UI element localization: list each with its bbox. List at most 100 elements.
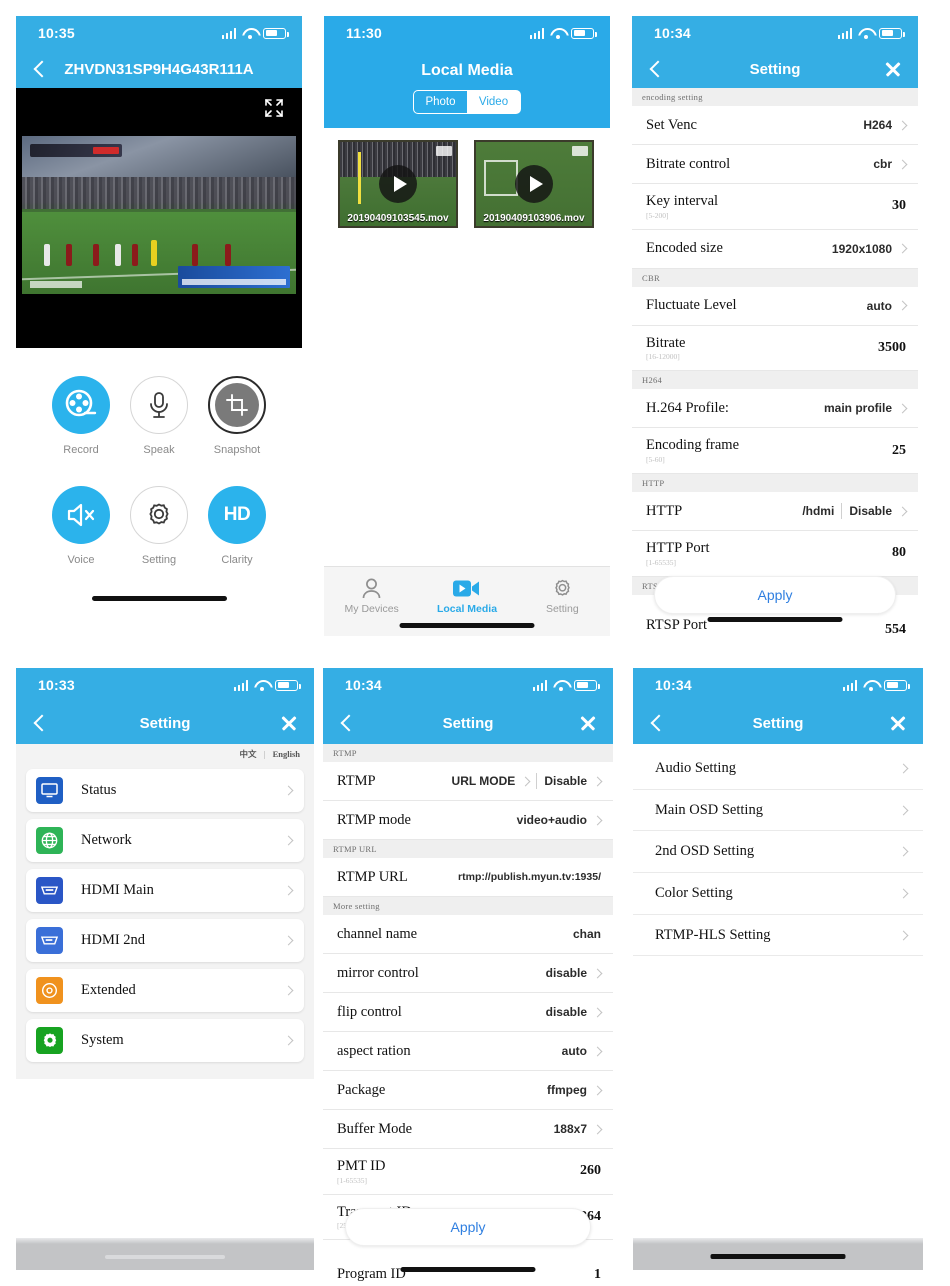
section-header: encoding setting [632, 88, 918, 106]
setting-value: auto [866, 298, 892, 313]
setting-row-buffer-mode[interactable]: Buffer Mode 188x7 [323, 1110, 613, 1149]
close-icon[interactable] [280, 714, 298, 732]
menu-item-status[interactable]: Status [26, 769, 304, 812]
status-time: 10:33 [38, 677, 75, 693]
tab-setting[interactable]: Setting [515, 576, 610, 615]
crop-icon [208, 376, 266, 434]
close-icon[interactable] [579, 714, 597, 732]
media-thumbnail[interactable]: 20190409103906.mov [474, 140, 594, 228]
chevron-right-icon [283, 835, 294, 846]
chevron-left-icon[interactable] [33, 60, 51, 78]
lang-chinese[interactable]: 中文 [239, 749, 256, 759]
settings-group: RTMP URL MODE Disable RTMP mode video+au… [323, 762, 613, 840]
fullscreen-expand-icon[interactable] [264, 98, 284, 118]
list-item-2nd-osd-setting[interactable]: 2nd OSD Setting [633, 831, 923, 874]
menu-item-system[interactable]: System [26, 1019, 304, 1062]
list-item-rtmp-hls-setting[interactable]: RTMP-HLS Setting [633, 915, 923, 957]
setting-label: Encoded size [646, 240, 723, 257]
setting-row-fluctuate-level[interactable]: Fluctuate Level auto [632, 287, 918, 326]
setting-value[interactable]: chan [573, 927, 601, 941]
tab-label: Setting [545, 603, 579, 615]
language-switcher[interactable]: 中文 | English [16, 744, 314, 765]
menu-item-hdmi-2nd[interactable]: HDMI 2nd [26, 919, 304, 962]
setting-row-rtmp-url[interactable]: RTMP URL rtmp://publish.myun.tv:1935/ [323, 858, 613, 897]
menu-item-hdmi-main[interactable]: HDMI Main [26, 869, 304, 912]
tab-local-media[interactable]: Local Media [419, 576, 514, 615]
control-speak[interactable]: Speak [124, 376, 194, 456]
setting-row-bitrate-control[interactable]: Bitrate control cbr [632, 145, 918, 184]
close-icon[interactable] [889, 714, 907, 732]
menu-item-extended[interactable]: Extended [26, 969, 304, 1012]
setting-value[interactable]: 3500 [878, 340, 906, 356]
battery-icon [879, 27, 905, 39]
setting-row-http[interactable]: HTTP /hdmi Disable [632, 492, 918, 532]
setting-value[interactable]: 554 [885, 622, 906, 636]
setting-value[interactable]: 260 [580, 1163, 601, 1179]
setting-row-encoded-size[interactable]: Encoded size 1920x1080 [632, 230, 918, 269]
menu-item-network[interactable]: Network [26, 819, 304, 862]
setting-row-channel-name[interactable]: channel name chan [323, 915, 613, 954]
setting-row-http-port[interactable]: HTTP Port [1-65535] 80 [632, 531, 918, 577]
setting-row-h264-profile[interactable]: H.264 Profile: main profile [632, 389, 918, 429]
setting-row-encoding-frame[interactable]: Encoding frame [5-60] 25 [632, 428, 918, 475]
control-voice[interactable]: Voice [46, 486, 116, 566]
hdmi-port-2-icon [36, 927, 63, 954]
chevron-left-icon[interactable] [650, 714, 668, 732]
control-snapshot[interactable]: Snapshot [202, 376, 272, 456]
segment-video[interactable]: Video [467, 91, 520, 113]
setting-row-bitrate[interactable]: Bitrate [16-12000] 3500 [632, 326, 918, 372]
setting-row-set-venc[interactable]: Set Venc H264 [632, 106, 918, 145]
setting-row-pmt-id[interactable]: PMT ID [1-65535] 260 [323, 1149, 613, 1195]
apply-button[interactable]: Apply [345, 1208, 591, 1246]
chevron-right-icon [520, 776, 531, 786]
setting-row-program-id[interactable]: Program ID 1 [323, 1240, 613, 1286]
settings-scroll-area: RTMP RTMP URL MODE Disable RTMP mode vid… [323, 744, 613, 1286]
tab-my-devices[interactable]: My Devices [324, 576, 419, 615]
setting-row-rtmp[interactable]: RTMP URL MODE Disable [323, 762, 613, 801]
setting-row-mirror-control[interactable]: mirror control disable [323, 954, 613, 993]
home-indicator [91, 596, 227, 601]
chevron-left-icon[interactable] [340, 714, 358, 732]
setting-value[interactable]: 25 [892, 443, 906, 459]
page-title: Setting [752, 714, 804, 732]
setting-row-package[interactable]: Package ffmpeg [323, 1071, 613, 1110]
apply-button[interactable]: Apply [654, 576, 896, 614]
list-item-main-osd-setting[interactable]: Main OSD Setting [633, 790, 923, 832]
list-item-color-setting[interactable]: Color Setting [633, 873, 923, 915]
setting-row-aspect-ration[interactable]: aspect ration auto [323, 1032, 613, 1071]
status-time: 10:35 [38, 25, 75, 41]
play-icon[interactable] [515, 165, 553, 203]
media-thumbnail[interactable]: 20190409103545.mov [338, 140, 458, 228]
control-clarity[interactable]: HD Clarity [202, 486, 272, 566]
control-record[interactable]: Record [46, 376, 116, 456]
setting-row-key-interval[interactable]: Key interval [5-200] 30 [632, 184, 918, 230]
control-setting[interactable]: Setting [124, 486, 194, 566]
setting-value[interactable]: 80 [892, 545, 906, 561]
control-grid: Record Speak Snapshot Voice Setting HD C… [16, 348, 302, 566]
wifi-icon [242, 28, 257, 39]
chevron-right-icon [283, 985, 294, 996]
microphone-icon [130, 376, 188, 434]
cellular-signal-icon [837, 27, 852, 39]
lang-english[interactable]: English [273, 749, 300, 759]
media-type-segmented-control[interactable]: Photo Video [413, 90, 521, 114]
chevron-left-icon[interactable] [649, 60, 667, 78]
setting-value[interactable]: 30 [892, 198, 906, 214]
list-item-audio-setting[interactable]: Audio Setting [633, 748, 923, 790]
setting-value[interactable]: 1 [594, 1267, 601, 1283]
setting-value: disable [545, 966, 587, 980]
close-icon[interactable] [884, 60, 902, 78]
segment-photo[interactable]: Photo [414, 91, 467, 113]
menu-label: HDMI Main [81, 882, 154, 898]
setting-label: HTTP [646, 502, 683, 519]
chevron-left-icon[interactable] [33, 714, 51, 732]
play-icon[interactable] [379, 165, 417, 203]
battery-icon [571, 27, 597, 39]
menu-label: Extended [81, 982, 136, 998]
setting-row-flip-control[interactable]: flip control disable [323, 993, 613, 1032]
setting-row-rtmp-mode[interactable]: RTMP mode video+audio [323, 801, 613, 840]
control-label: Voice [67, 554, 95, 566]
setting-value[interactable]: rtmp://publish.myun.tv:1935/ [458, 871, 601, 883]
video-player[interactable] [16, 88, 302, 348]
broadcast-scoreboard [30, 144, 122, 157]
